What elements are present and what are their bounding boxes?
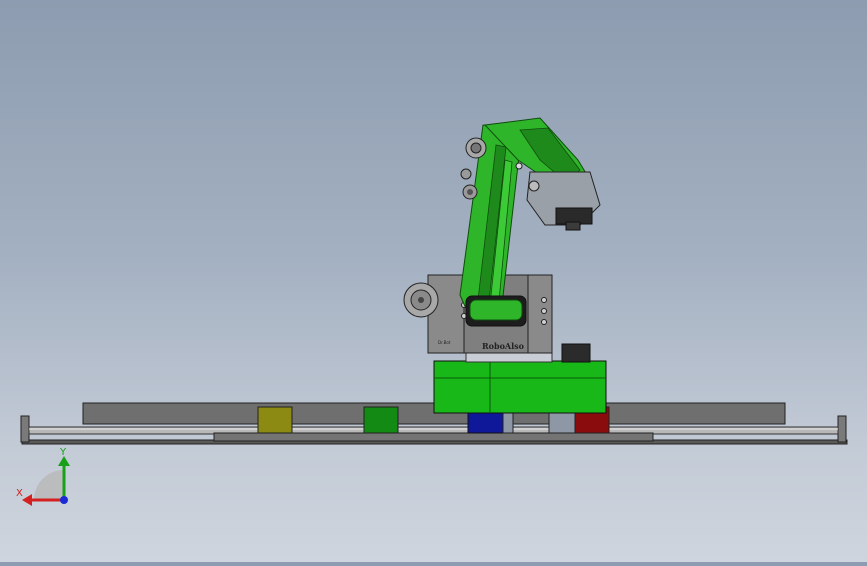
rail-left-end [20,415,30,443]
model-canvas[interactable]: RoboAlso Dr.Bot Y X [0,0,867,562]
cube-grey-small [502,412,514,434]
carriage-connector [561,343,591,363]
base-small-text: Dr.Bot [438,340,451,345]
rail-bottom-plate [213,432,654,442]
x-axis-label: X [16,488,23,499]
cube-green [363,406,399,434]
z-axis-dot [60,496,68,504]
cube-grey [548,410,576,434]
elbow-bolt-1 [460,168,472,180]
axis-triad: Y X [16,447,70,506]
rail-right-end [837,415,847,443]
slider-carriage [433,343,607,414]
3d-viewport[interactable]: RoboAlso Dr.Bot Y X [0,0,867,562]
cube-yellow [257,406,293,434]
carriage-block [433,360,607,414]
y-axis-label: Y [59,447,67,458]
base-engraving: RoboAlso [482,341,525,351]
base-right-tower [527,274,553,354]
